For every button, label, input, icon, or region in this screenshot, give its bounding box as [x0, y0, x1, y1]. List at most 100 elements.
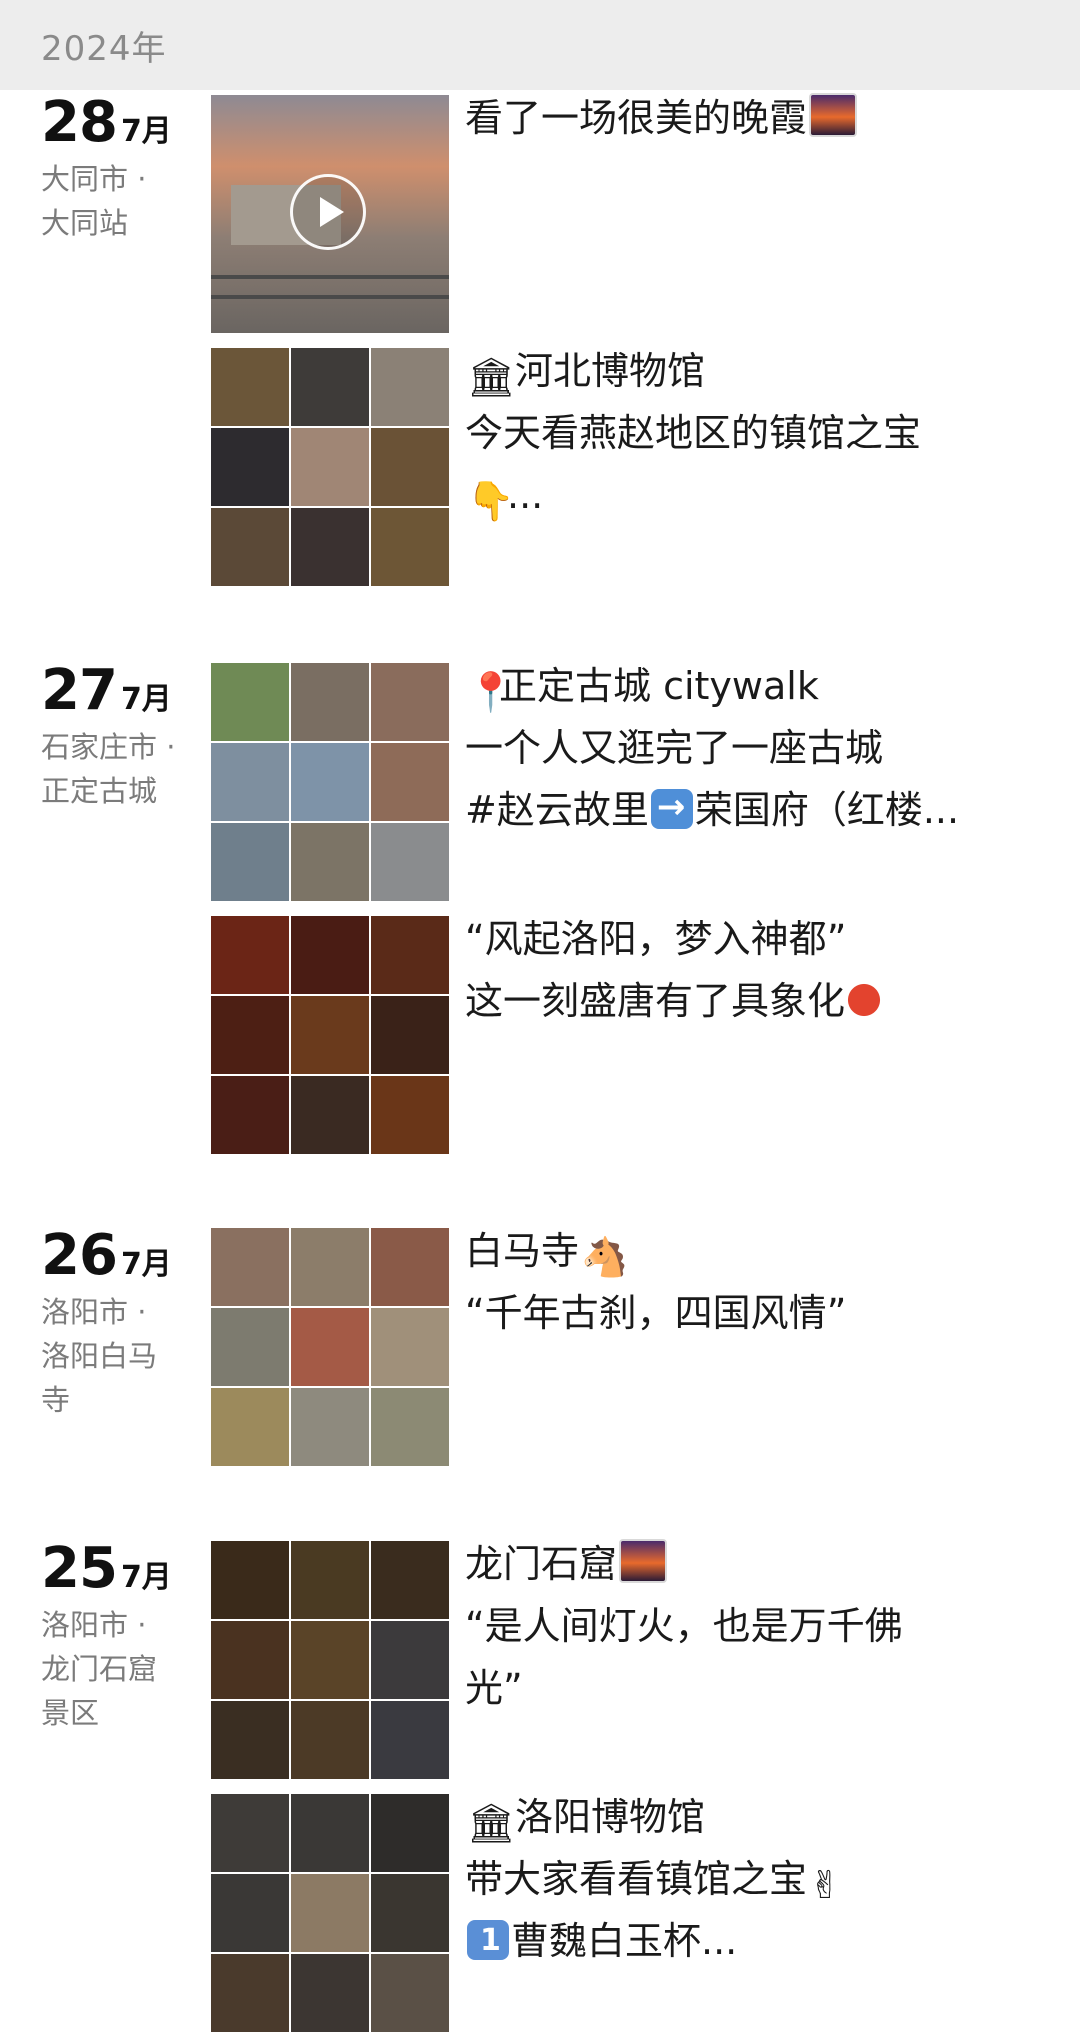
photo-thumbnail[interactable]	[291, 743, 369, 821]
photo-thumbnail[interactable]	[371, 996, 449, 1074]
photo-thumbnail[interactable]	[211, 916, 289, 994]
photo-thumbnail[interactable]	[371, 823, 449, 901]
post-text[interactable]: 🏛洛阳博物馆 带大家看看镇馆之宝✌ 曹魏白玉杯...	[465, 1786, 1051, 1972]
video-thumbnail[interactable]	[211, 95, 449, 333]
photo-thumbnail[interactable]	[371, 348, 449, 426]
photo-thumbnail[interactable]	[211, 1954, 289, 2032]
post-text[interactable]: 🏛河北博物馆 今天看燕赵地区的镇馆之宝 👇...	[465, 340, 1051, 526]
photo-thumbnail[interactable]	[291, 1388, 369, 1466]
photo-thumbnail[interactable]	[291, 508, 369, 586]
sunset-icon	[809, 93, 858, 137]
photo-thumbnail[interactable]	[211, 663, 289, 741]
photo-thumbnail[interactable]	[371, 1228, 449, 1306]
photo-grid[interactable]	[211, 663, 449, 901]
photo-thumbnail[interactable]	[371, 1794, 449, 1872]
photo-thumbnail[interactable]	[211, 1308, 289, 1386]
photo-thumbnail[interactable]	[371, 663, 449, 741]
post-text[interactable]: 📍正定古城 citywalk 一个人又逛完了一座古城 #赵云故里荣国府（红楼..…	[465, 655, 1051, 841]
photo-thumbnail[interactable]	[371, 916, 449, 994]
photo-thumbnail[interactable]	[291, 1621, 369, 1699]
photo-thumbnail[interactable]	[211, 1874, 289, 1952]
photo-grid[interactable]	[211, 1541, 449, 1779]
photo-thumbnail[interactable]	[371, 1388, 449, 1466]
photo-thumbnail[interactable]	[371, 743, 449, 821]
location-label[interactable]: 石家庄市 · 正定古城	[41, 725, 191, 813]
photo-thumbnail[interactable]	[211, 1794, 289, 1872]
photo-thumbnail[interactable]	[371, 1076, 449, 1154]
photo-thumbnail[interactable]	[291, 428, 369, 506]
post-item[interactable]: 🏛洛阳博物馆 带大家看看镇馆之宝✌ 曹魏白玉杯...	[211, 1794, 1051, 2032]
date-column: 27 7月 石家庄市 · 正定古城	[41, 658, 191, 813]
photo-thumbnail[interactable]	[291, 1076, 369, 1154]
photo-thumbnail[interactable]	[371, 1701, 449, 1779]
location-label[interactable]: 洛阳市 · 洛阳白马 寺	[41, 1290, 191, 1422]
photo-thumbnail[interactable]	[211, 1541, 289, 1619]
date-column: 28 7月 大同市 · 大同站	[41, 90, 191, 245]
post-item[interactable]: 龙门石窟 “是人间灯火，也是万千佛 光”	[211, 1539, 1051, 1779]
post-item[interactable]: 🏛河北博物馆 今天看燕赵地区的镇馆之宝 👇...	[211, 348, 1051, 586]
photo-thumbnail[interactable]	[371, 1954, 449, 2032]
photo-grid[interactable]	[211, 916, 449, 1154]
photo-thumbnail[interactable]	[291, 916, 369, 994]
photo-thumbnail[interactable]	[291, 1701, 369, 1779]
post-text[interactable]: “风起洛阳，梦入神都” 这一刻盛唐有了具象化	[465, 908, 1051, 1032]
photo-thumbnail[interactable]	[291, 1874, 369, 1952]
photo-thumbnail[interactable]	[291, 1228, 369, 1306]
keycap-1-icon	[467, 1910, 509, 1972]
photo-thumbnail[interactable]	[211, 823, 289, 901]
post-text[interactable]: 龙门石窟 “是人间灯火，也是万千佛 光”	[465, 1533, 1051, 1719]
pin-icon: 📍	[467, 670, 515, 714]
photo-thumbnail[interactable]	[291, 823, 369, 901]
photo-thumbnail[interactable]	[371, 508, 449, 586]
photo-thumbnail[interactable]	[211, 996, 289, 1074]
day-number: 26	[41, 1223, 118, 1288]
photo-thumbnail[interactable]	[211, 743, 289, 821]
month-label: 7月	[120, 1247, 172, 1282]
post-text[interactable]: 白马寺🐴 “千年古刹，四国风情”	[465, 1220, 1051, 1344]
photo-thumbnail[interactable]	[211, 1621, 289, 1699]
month-label: 7月	[120, 1560, 172, 1595]
post-item[interactable]: 📍正定古城 citywalk 一个人又逛完了一座古城 #赵云故里荣国府（红楼..…	[211, 663, 1051, 901]
photo-thumbnail[interactable]	[211, 1228, 289, 1306]
photo-thumbnail[interactable]	[371, 1874, 449, 1952]
photo-thumbnail[interactable]	[291, 348, 369, 426]
location-label[interactable]: 大同市 · 大同站	[41, 157, 191, 245]
date-column: 25 7月 洛阳市 · 龙门石窟 景区	[41, 1536, 191, 1735]
photo-thumbnail[interactable]	[291, 1794, 369, 1872]
post-item[interactable]: 白马寺🐴 “千年古刹，四国风情”	[211, 1228, 1051, 1466]
photo-thumbnail[interactable]	[371, 1621, 449, 1699]
photo-thumbnail[interactable]	[291, 1308, 369, 1386]
date-column: 26 7月 洛阳市 · 洛阳白马 寺	[41, 1223, 191, 1422]
museum-icon: 🏛	[467, 355, 516, 399]
day-number: 27	[41, 658, 118, 723]
month-label: 7月	[120, 114, 172, 149]
month-label: 7月	[120, 682, 172, 717]
moments-timeline[interactable]: 28 7月 大同市 · 大同站 看了一场很美的晚霞 🏛河北博物馆 今天看燕赵地区…	[0, 90, 1080, 2034]
photo-thumbnail[interactable]	[291, 996, 369, 1074]
pointing-down-hand-icon: 👇	[467, 479, 515, 523]
photo-thumbnail[interactable]	[291, 1954, 369, 2032]
photo-thumbnail[interactable]	[211, 1388, 289, 1466]
photo-thumbnail[interactable]	[371, 428, 449, 506]
photo-thumbnail[interactable]	[371, 1308, 449, 1386]
photo-thumbnail[interactable]	[211, 428, 289, 506]
post-item[interactable]: 看了一场很美的晚霞	[211, 93, 1051, 333]
photo-thumbnail[interactable]	[371, 1541, 449, 1619]
year-header: 2024年	[0, 0, 1080, 90]
photo-thumbnail[interactable]	[211, 348, 289, 426]
photo-thumbnail[interactable]	[291, 1541, 369, 1619]
day-number: 28	[41, 90, 118, 155]
photo-grid[interactable]	[211, 348, 449, 586]
post-item[interactable]: “风起洛阳，梦入神都” 这一刻盛唐有了具象化	[211, 916, 1051, 1154]
play-icon[interactable]	[290, 174, 366, 250]
photo-thumbnail[interactable]	[211, 1701, 289, 1779]
photo-grid[interactable]	[211, 1228, 449, 1466]
location-label[interactable]: 洛阳市 · 龙门石窟 景区	[41, 1603, 191, 1735]
photo-thumbnail[interactable]	[291, 663, 369, 741]
post-text[interactable]: 看了一场很美的晚霞	[465, 90, 1051, 149]
lantern-icon	[847, 980, 882, 1020]
photo-thumbnail[interactable]	[211, 1076, 289, 1154]
victory-hand-icon: ✌	[809, 1863, 841, 1907]
photo-grid[interactable]	[211, 1794, 449, 2032]
photo-thumbnail[interactable]	[211, 508, 289, 586]
